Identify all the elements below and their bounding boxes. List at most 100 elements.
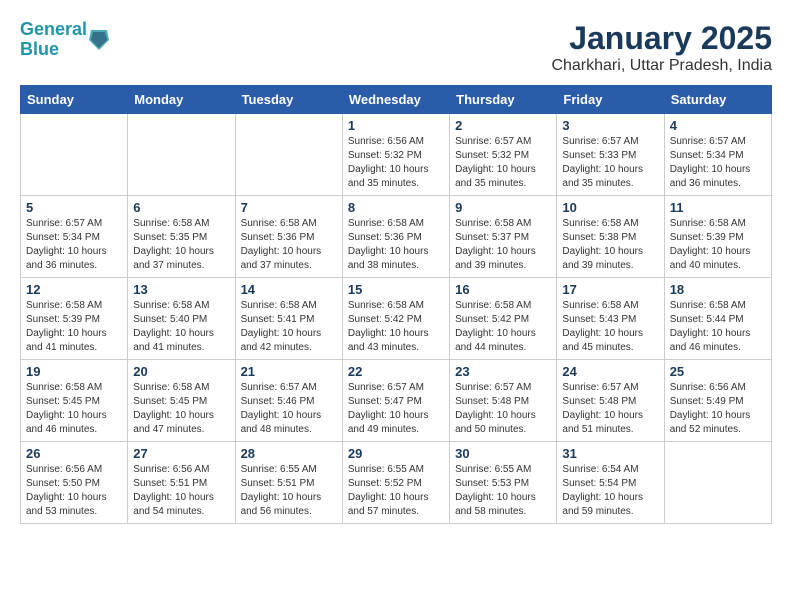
day-info: Sunrise: 6:58 AM Sunset: 5:39 PM Dayligh… — [26, 299, 122, 355]
day-cell: 4Sunrise: 6:57 AM Sunset: 5:34 PM Daylig… — [664, 114, 771, 196]
day-number: 16 — [455, 282, 551, 297]
week-row-4: 19 Sunrise: 6:58 AM Sunset: 5:45 PM Dayli… — [21, 360, 772, 442]
day-cell: 12 Sunrise: 6:58 AM Sunset: 5:39 PM Dayli… — [21, 278, 128, 360]
calendar-table: SundayMondayTuesdayWednesdayThursdayFrid… — [20, 85, 772, 524]
day-cell: 16 Sunrise: 6:58 AM Sunset: 5:42 PM Dayli… — [450, 278, 557, 360]
day-cell: 10Sunrise: 6:58 AM Sunset: 5:38 PM Dayli… — [557, 196, 664, 278]
day-info: Sunrise: 6:57 AM Sunset: 5:48 PM Dayligh… — [455, 381, 551, 437]
day-cell: 21 Sunrise: 6:57 AM Sunset: 5:46 PM Dayli… — [235, 360, 342, 442]
title-block: January 2025 Charkhari, Uttar Pradesh, I… — [551, 20, 772, 75]
day-cell: 28Sunrise: 6:55 AM Sunset: 5:51 PM Dayli… — [235, 442, 342, 524]
day-number: 10 — [562, 200, 658, 215]
day-number: 23 — [455, 364, 551, 379]
day-info: Sunrise: 6:57 AM Sunset: 5:32 PM Dayligh… — [455, 135, 551, 191]
day-info: Sunrise: 6:58 AM Sunset: 5:39 PM Dayligh… — [670, 217, 766, 273]
day-number: 11 — [670, 200, 766, 215]
day-number: 7 — [241, 200, 337, 215]
calendar-title: January 2025 — [551, 20, 772, 57]
day-info: Sunrise: 6:58 AM Sunset: 5:40 PM Dayligh… — [133, 299, 229, 355]
header-row: SundayMondayTuesdayWednesdayThursdayFrid… — [21, 86, 772, 114]
day-info: Sunrise: 6:58 AM Sunset: 5:36 PM Dayligh… — [348, 217, 444, 273]
day-number: 3 — [562, 118, 658, 133]
day-number: 12 — [26, 282, 122, 297]
day-info: Sunrise: 6:57 AM Sunset: 5:34 PM Dayligh… — [670, 135, 766, 191]
day-info: Sunrise: 6:58 AM Sunset: 5:45 PM Dayligh… — [133, 381, 229, 437]
col-header-monday: Monday — [128, 86, 235, 114]
day-cell: 2 Sunrise: 6:57 AM Sunset: 5:32 PM Daylig… — [450, 114, 557, 196]
day-info: Sunrise: 6:58 AM Sunset: 5:41 PM Dayligh… — [241, 299, 337, 355]
day-cell: 25Sunrise: 6:56 AM Sunset: 5:49 PM Dayli… — [664, 360, 771, 442]
day-number: 17 — [562, 282, 658, 297]
logo-text: General Blue — [20, 20, 87, 60]
day-info: Sunrise: 6:57 AM Sunset: 5:33 PM Dayligh… — [562, 135, 658, 191]
day-info: Sunrise: 6:58 AM Sunset: 5:37 PM Dayligh… — [455, 217, 551, 273]
day-cell: 17 Sunrise: 6:58 AM Sunset: 5:43 PM Dayli… — [557, 278, 664, 360]
day-number: 13 — [133, 282, 229, 297]
col-header-saturday: Saturday — [664, 86, 771, 114]
logo-line2: Blue — [20, 39, 59, 59]
day-cell: 9 Sunrise: 6:58 AM Sunset: 5:37 PM Daylig… — [450, 196, 557, 278]
day-info: Sunrise: 6:58 AM Sunset: 5:42 PM Dayligh… — [455, 299, 551, 355]
day-cell: 6 Sunrise: 6:58 AM Sunset: 5:35 PM Daylig… — [128, 196, 235, 278]
day-number: 21 — [241, 364, 337, 379]
day-number: 5 — [26, 200, 122, 215]
day-cell: 11 Sunrise: 6:58 AM Sunset: 5:39 PM Dayli… — [664, 196, 771, 278]
day-cell — [128, 114, 235, 196]
day-info: Sunrise: 6:56 AM Sunset: 5:32 PM Dayligh… — [348, 135, 444, 191]
day-number: 26 — [26, 446, 122, 461]
week-row-2: 5 Sunrise: 6:57 AM Sunset: 5:34 PM Daylig… — [21, 196, 772, 278]
day-info: Sunrise: 6:57 AM Sunset: 5:34 PM Dayligh… — [26, 217, 122, 273]
day-info: Sunrise: 6:58 AM Sunset: 5:43 PM Dayligh… — [562, 299, 658, 355]
col-header-tuesday: Tuesday — [235, 86, 342, 114]
day-number: 29 — [348, 446, 444, 461]
day-info: Sunrise: 6:57 AM Sunset: 5:47 PM Dayligh… — [348, 381, 444, 437]
day-number: 18 — [670, 282, 766, 297]
day-cell: 1 Sunrise: 6:56 AM Sunset: 5:32 PM Daylig… — [342, 114, 449, 196]
day-cell: 19 Sunrise: 6:58 AM Sunset: 5:45 PM Dayli… — [21, 360, 128, 442]
week-row-1: 1 Sunrise: 6:56 AM Sunset: 5:32 PM Daylig… — [21, 114, 772, 196]
day-cell: 20Sunrise: 6:58 AM Sunset: 5:45 PM Dayli… — [128, 360, 235, 442]
day-number: 1 — [348, 118, 444, 133]
day-info: Sunrise: 6:56 AM Sunset: 5:51 PM Dayligh… — [133, 463, 229, 519]
week-row-5: 26 Sunrise: 6:56 AM Sunset: 5:50 PM Dayli… — [21, 442, 772, 524]
day-info: Sunrise: 6:55 AM Sunset: 5:52 PM Dayligh… — [348, 463, 444, 519]
day-number: 28 — [241, 446, 337, 461]
calendar-subtitle: Charkhari, Uttar Pradesh, India — [551, 57, 772, 75]
day-cell: 5 Sunrise: 6:57 AM Sunset: 5:34 PM Daylig… — [21, 196, 128, 278]
week-row-3: 12 Sunrise: 6:58 AM Sunset: 5:39 PM Dayli… — [21, 278, 772, 360]
day-number: 25 — [670, 364, 766, 379]
day-number: 2 — [455, 118, 551, 133]
day-info: Sunrise: 6:57 AM Sunset: 5:46 PM Dayligh… — [241, 381, 337, 437]
day-cell — [21, 114, 128, 196]
header: General Blue January 2025 Charkhari, Utt… — [20, 20, 772, 75]
day-cell: 26 Sunrise: 6:56 AM Sunset: 5:50 PM Dayli… — [21, 442, 128, 524]
day-info: Sunrise: 6:58 AM Sunset: 5:35 PM Dayligh… — [133, 217, 229, 273]
logo-line1: General — [20, 19, 87, 39]
day-number: 24 — [562, 364, 658, 379]
day-info: Sunrise: 6:58 AM Sunset: 5:36 PM Dayligh… — [241, 217, 337, 273]
day-cell: 29 Sunrise: 6:55 AM Sunset: 5:52 PM Dayli… — [342, 442, 449, 524]
day-cell: 13 Sunrise: 6:58 AM Sunset: 5:40 PM Dayli… — [128, 278, 235, 360]
day-info: Sunrise: 6:58 AM Sunset: 5:45 PM Dayligh… — [26, 381, 122, 437]
day-number: 19 — [26, 364, 122, 379]
day-number: 9 — [455, 200, 551, 215]
day-number: 30 — [455, 446, 551, 461]
day-info: Sunrise: 6:55 AM Sunset: 5:53 PM Dayligh… — [455, 463, 551, 519]
day-info: Sunrise: 6:57 AM Sunset: 5:48 PM Dayligh… — [562, 381, 658, 437]
day-number: 14 — [241, 282, 337, 297]
day-number: 6 — [133, 200, 229, 215]
col-header-thursday: Thursday — [450, 86, 557, 114]
day-cell — [664, 442, 771, 524]
day-number: 8 — [348, 200, 444, 215]
day-cell: 23 Sunrise: 6:57 AM Sunset: 5:48 PM Dayli… — [450, 360, 557, 442]
day-cell: 18 Sunrise: 6:58 AM Sunset: 5:44 PM Dayli… — [664, 278, 771, 360]
day-info: Sunrise: 6:56 AM Sunset: 5:50 PM Dayligh… — [26, 463, 122, 519]
day-number: 27 — [133, 446, 229, 461]
day-cell: 22 Sunrise: 6:57 AM Sunset: 5:47 PM Dayli… — [342, 360, 449, 442]
day-info: Sunrise: 6:58 AM Sunset: 5:42 PM Dayligh… — [348, 299, 444, 355]
day-cell: 24 Sunrise: 6:57 AM Sunset: 5:48 PM Dayli… — [557, 360, 664, 442]
day-number: 22 — [348, 364, 444, 379]
day-cell: 14 Sunrise: 6:58 AM Sunset: 5:41 PM Dayli… — [235, 278, 342, 360]
day-info: Sunrise: 6:58 AM Sunset: 5:44 PM Dayligh… — [670, 299, 766, 355]
col-header-wednesday: Wednesday — [342, 86, 449, 114]
